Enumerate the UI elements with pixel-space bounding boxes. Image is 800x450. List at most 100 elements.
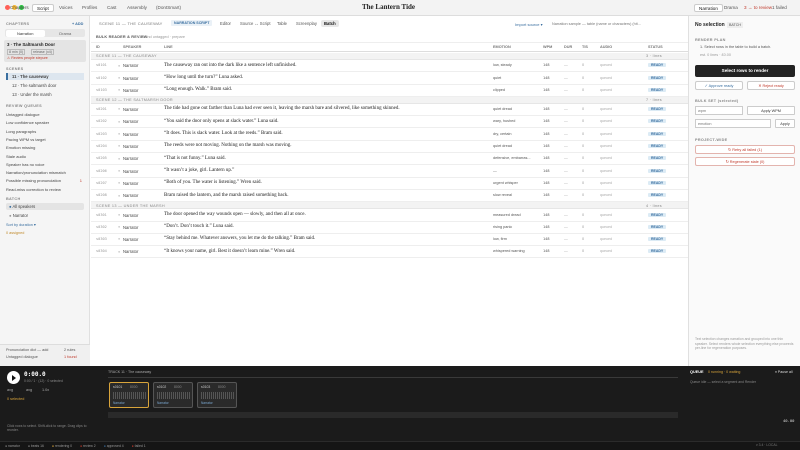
- table-row[interactable]: s0207 ● Narrator “Both of you. The water is…: [91, 178, 688, 190]
- scene-item[interactable]: 12 · The saltmarsh door: [6, 82, 84, 89]
- apply-emotion-button[interactable]: Apply: [775, 119, 795, 128]
- tab-narration[interactable]: Narration: [5, 29, 45, 37]
- add-chapter-button[interactable]: + ADD: [72, 22, 83, 26]
- scene-item[interactable]: 13 · Under the marsh: [6, 91, 84, 98]
- regenerate-stale-button[interactable]: ↻ Regenerate stale (0): [695, 157, 795, 166]
- cell-status[interactable]: READY: [648, 87, 667, 92]
- cell-speaker[interactable]: Narrator: [123, 193, 138, 198]
- batch-all-speakers[interactable]: ● All speakers: [6, 203, 84, 210]
- table-row[interactable]: s0204 ● Narrator The reeds were not moving.…: [91, 141, 688, 154]
- status-item[interactable]: ● beats 16: [28, 444, 44, 448]
- status-item[interactable]: ● rendering 0: [52, 444, 72, 448]
- cell-speaker[interactable]: Narrator: [123, 249, 138, 254]
- search-input[interactable]: [552, 20, 682, 28]
- cell-status[interactable]: READY: [648, 131, 667, 136]
- cell-status[interactable]: READY: [648, 168, 667, 173]
- cell-status[interactable]: READY: [648, 193, 667, 198]
- cell-status[interactable]: READY: [648, 212, 667, 217]
- cell-speaker[interactable]: Narrator: [123, 225, 138, 230]
- cell-speaker[interactable]: Narrator: [123, 237, 138, 242]
- table-row[interactable]: s0208 ● Narrator Bram raised the lantern, a…: [91, 190, 688, 203]
- cell-speaker[interactable]: Narrator: [123, 63, 138, 68]
- cell-status[interactable]: READY: [648, 180, 667, 185]
- cell-speaker[interactable]: Narrator: [123, 132, 138, 137]
- batch-narrator[interactable]: ● Narrator: [6, 212, 84, 219]
- cell-status[interactable]: READY: [648, 107, 667, 112]
- scene-group-header[interactable]: SCENE 12 — THE SALTMARSH DOOR 7 · lines: [91, 96, 688, 104]
- approve-ready-button[interactable]: ✓ Approve ready: [695, 81, 743, 90]
- nav-cast[interactable]: Cast: [103, 4, 120, 12]
- col-speaker[interactable]: SPEAKER: [123, 45, 141, 49]
- review-queue-item[interactable]: Speaker has no voice: [6, 161, 84, 168]
- cell-speaker[interactable]: Narrator: [123, 107, 138, 112]
- review-queue-item[interactable]: Low confidence speaker: [6, 119, 84, 126]
- tab-batch[interactable]: Batch: [321, 20, 339, 27]
- wpm-input[interactable]: [695, 106, 743, 115]
- play-button[interactable]: [7, 371, 20, 384]
- timeline-clip[interactable]: s0102 8000 Narrator: [153, 382, 193, 408]
- cell-speaker[interactable]: Narrator: [123, 76, 138, 81]
- sort-dropdown[interactable]: Sort by duration ▾: [6, 222, 36, 227]
- nav-assembly[interactable]: Assembly: [123, 4, 151, 12]
- review-queue-item[interactable]: Read-miss correction to review: [6, 186, 84, 193]
- status-item[interactable]: ● narrator: [5, 444, 20, 448]
- pause-all-button[interactable]: ⏸ Pause all: [775, 370, 793, 374]
- scene-group-header[interactable]: SCENE 11 — THE CAUSEWAY 3 · lines: [91, 53, 688, 60]
- cell-speaker[interactable]: Narrator: [123, 156, 138, 161]
- cell-status[interactable]: READY: [648, 237, 667, 242]
- review-queue-item[interactable]: Untagged dialogue: [6, 111, 84, 118]
- col-line[interactable]: LINE: [164, 45, 173, 49]
- scene-item[interactable]: 11 · The causeway: [6, 73, 84, 80]
- table-row[interactable]: s0202 ● Narrator “You said the door only op…: [91, 116, 688, 129]
- cell-status[interactable]: READY: [648, 156, 667, 161]
- col-id[interactable]: ID: [96, 45, 100, 49]
- col-emotion[interactable]: EMOTION: [493, 45, 511, 49]
- import-source-button[interactable]: Import source ▾: [515, 22, 543, 27]
- avg-b[interactable]: avg: [26, 388, 32, 392]
- review-queue-item[interactable]: Emotion missing: [6, 144, 84, 151]
- mode-narration[interactable]: Narration: [694, 4, 723, 12]
- status-item[interactable]: ● failed 1: [132, 444, 146, 448]
- chapter-card[interactable]: 3 · The Saltmarsh Door 8 min (0) release…: [4, 40, 86, 62]
- review-queue-item[interactable]: Long paragraphs: [6, 128, 84, 135]
- scene-group-header[interactable]: SCENE 13 — UNDER THE MARSH 4 · lines: [91, 202, 688, 210]
- reject-ready-button[interactable]: ✕ Reject ready: [747, 81, 795, 90]
- cell-speaker[interactable]: Narrator: [123, 213, 138, 218]
- table-row[interactable]: s0302 ● Narrator “Don’t. Don’t touch it.” L…: [91, 222, 688, 234]
- zoom-level[interactable]: 40.00: [783, 418, 794, 423]
- select-rows-button[interactable]: Select rows to render: [695, 65, 795, 77]
- col-audio[interactable]: AUDIO: [600, 45, 612, 49]
- col-status[interactable]: STATUS: [648, 45, 663, 49]
- col-dur[interactable]: DUR: [564, 45, 572, 49]
- table-row[interactable]: s0206 ● Narrator “It wasn’t a joke, girl. L…: [91, 165, 688, 178]
- table-row[interactable]: s0203 ● Narrator “It does. This is slack wa…: [91, 129, 688, 141]
- nav-voices[interactable]: Voices: [55, 4, 77, 12]
- review-queue-item[interactable]: Narration/pronunciation mismatch: [6, 169, 84, 176]
- cell-status[interactable]: READY: [648, 144, 667, 149]
- cell-status[interactable]: READY: [648, 119, 667, 124]
- table-row[interactable]: s0101 ● Narrator The causeway ran out into …: [91, 60, 688, 73]
- status-item[interactable]: ● approved 4: [104, 444, 124, 448]
- emotion-input[interactable]: [695, 119, 771, 128]
- cell-speaker[interactable]: Narrator: [123, 119, 138, 124]
- avg-a[interactable]: avg: [7, 388, 13, 392]
- tab-source-script[interactable]: Source ↔ Script: [237, 20, 274, 27]
- cell-speaker[interactable]: Narrator: [123, 88, 138, 93]
- mode-drama[interactable]: Drama: [720, 4, 742, 12]
- nav-script[interactable]: Script: [32, 4, 54, 12]
- review-queue-item[interactable]: Pacing WPM vs target: [6, 136, 84, 143]
- review-queue-item[interactable]: Stale audio: [6, 153, 84, 160]
- nav-profiles[interactable]: Profiles: [78, 4, 101, 12]
- footer-untagged-label[interactable]: Untagged dialogue: [6, 355, 38, 359]
- nav-dontsmart[interactable]: (DontSmart): [152, 4, 185, 12]
- table-row[interactable]: s0205 ● Narrator “That is not funny.” Luna …: [91, 153, 688, 166]
- speed-control[interactable]: 1.0x: [42, 388, 49, 392]
- footer-dict-label[interactable]: Pronunciation dict — add: [6, 348, 48, 352]
- cell-speaker[interactable]: Narrator: [123, 181, 138, 186]
- col-wpm[interactable]: WPM: [543, 45, 552, 49]
- timeline-clip[interactable]: s0103 8000 Narrator: [197, 382, 237, 408]
- status-item[interactable]: ● review 2: [80, 444, 96, 448]
- cell-speaker[interactable]: Narrator: [123, 169, 138, 174]
- tab-editor[interactable]: Editor: [217, 20, 234, 27]
- tab-drama[interactable]: Drama: [46, 31, 86, 36]
